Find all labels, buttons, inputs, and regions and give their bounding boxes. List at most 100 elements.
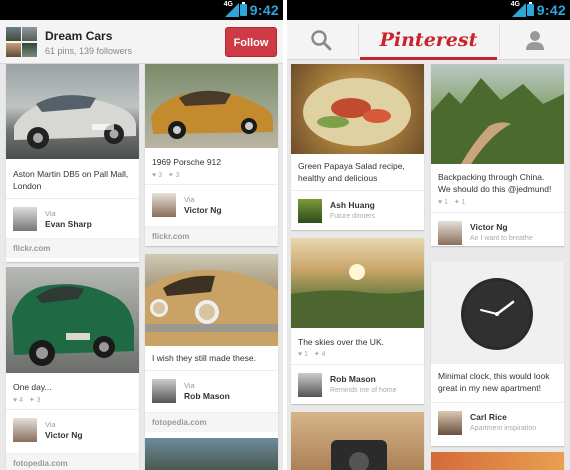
pin-source[interactable]: fotopedia.com	[145, 412, 278, 432]
pin-card[interactable]: Aston Martin DB5 on Pall Mall, London Vi…	[6, 64, 139, 262]
pin-card[interactable]: I wish they still made these. Via Rob Ma…	[145, 254, 278, 444]
avatar	[298, 373, 322, 397]
pin-stats: ♥ 1 ✦ 4	[298, 351, 326, 358]
pin-credit[interactable]: Ash Huang Future dinners	[291, 190, 424, 230]
pinterest-logo[interactable]: Pinterest	[360, 25, 497, 60]
avatar	[438, 411, 462, 435]
pin-image[interactable]	[431, 262, 564, 364]
pin-stats: ♥ 4 ✦ 3	[13, 397, 41, 404]
pin-image[interactable]	[145, 64, 278, 148]
pin-credit[interactable]: Via Victor Ng	[6, 409, 139, 449]
pin-source[interactable]: flickr.com	[145, 226, 278, 246]
search-tab[interactable]	[287, 20, 357, 60]
avatar	[438, 221, 462, 245]
avatar	[13, 418, 37, 442]
clock-icon	[461, 278, 533, 350]
pin-credit[interactable]: Carl Rice Apartment inspiration	[431, 402, 564, 442]
pin-image[interactable]	[145, 254, 278, 346]
signal-icon	[512, 3, 526, 17]
like-count: 4	[321, 351, 326, 358]
board-header: Dream Cars 61 pins, 139 followers Follow	[0, 20, 283, 64]
avatar	[152, 193, 176, 217]
like-count: 3	[36, 397, 41, 404]
repin-count: 1	[444, 199, 449, 206]
like-count: 3	[175, 172, 180, 179]
pin-card[interactable]: Green Papaya Salad recipe, healthy and d…	[291, 64, 424, 230]
repin-count: 4	[19, 397, 24, 404]
credit-board: Air I want to breathe	[470, 235, 533, 242]
pin-credit[interactable]: Via Rob Mason	[145, 370, 278, 410]
pin-image[interactable]	[431, 452, 564, 470]
pin-description: 1969 Porsche 912	[152, 157, 221, 167]
pin-source[interactable]: flickr.com	[6, 238, 139, 258]
credit-board: Reminds me of home	[330, 387, 397, 394]
credit-name: Evan Sharp	[45, 219, 92, 229]
credit-name: Rob Mason	[184, 391, 230, 401]
pin-stats: ♥ 3 ✦ 3	[152, 172, 180, 179]
pin-description: Minimal clock, this would look great in …	[438, 371, 550, 393]
board-cover-thumbnails[interactable]	[6, 27, 38, 58]
credit-name: Ash Huang	[330, 200, 375, 210]
credit-name: Victor Ng	[470, 222, 508, 232]
pin-card[interactable]	[145, 438, 278, 470]
pin-image[interactable]	[431, 64, 564, 164]
avatar	[152, 379, 176, 403]
credit-name: Rob Mason	[330, 374, 376, 384]
pin-card[interactable]: Backpacking through China. We should do …	[431, 64, 564, 246]
pin-image[interactable]	[6, 64, 139, 159]
pin-credit[interactable]: Rob Mason Reminds me of home	[291, 364, 424, 404]
pin-description: Green Papaya Salad recipe, healthy and d…	[298, 161, 405, 183]
pin-card[interactable]: One day... ♥ 4 ✦ 3 Via Victor Ng fotoped…	[6, 267, 139, 470]
board-meta: 61 pins, 139 followers	[45, 46, 133, 56]
pin-image[interactable]	[145, 438, 278, 470]
active-tab-indicator	[360, 57, 497, 60]
credit-via-label: Via	[184, 195, 195, 204]
status-time: 9:42	[249, 2, 279, 18]
status-time: 9:42	[536, 2, 566, 18]
feed-screen: 4G 9:42 Pinterest Green Papaya Salad rec…	[287, 0, 570, 470]
logo-text: Pinterest	[379, 29, 478, 51]
pin-credit[interactable]: Via Evan Sharp	[6, 198, 139, 238]
profile-tab[interactable]	[500, 20, 570, 60]
pin-description: I wish they still made these.	[152, 353, 256, 363]
battery-icon	[240, 2, 247, 16]
search-icon	[311, 30, 332, 51]
status-bar: 4G 9:42	[0, 0, 283, 20]
credit-via-label: Via	[184, 381, 195, 390]
credit-via-label: Via	[45, 420, 56, 429]
pin-description: One day...	[13, 382, 52, 392]
pin-description: Backpacking through China. We should do …	[438, 172, 552, 194]
pin-image[interactable]	[291, 238, 424, 328]
credit-name: Victor Ng	[45, 430, 83, 440]
pin-credit[interactable]: Victor Ng Air I want to breathe	[431, 212, 564, 246]
like-count: 1	[461, 199, 466, 206]
board-title: Dream Cars	[45, 29, 113, 43]
repin-count: 1	[304, 351, 309, 358]
pin-card[interactable]: The skies over the UK. ♥ 1 ✦ 4 Rob Mason…	[291, 238, 424, 404]
credit-name: Victor Ng	[184, 205, 222, 215]
pin-card[interactable]	[291, 412, 424, 470]
pin-card[interactable]	[431, 452, 564, 470]
pin-image[interactable]	[291, 64, 424, 154]
divider	[358, 24, 359, 56]
pin-description: Aston Martin DB5 on Pall Mall, London	[13, 169, 129, 191]
pin-card[interactable]: Minimal clock, this would look great in …	[431, 262, 564, 446]
pin-credit[interactable]: Via Victor Ng	[145, 184, 278, 224]
pin-description: The skies over the UK.	[298, 337, 384, 347]
follow-button[interactable]: Follow	[225, 27, 277, 57]
pin-image[interactable]	[6, 267, 139, 373]
credit-board: Future dinners	[330, 213, 376, 220]
app-bar: Pinterest	[287, 20, 570, 60]
pin-card[interactable]: 1969 Porsche 912 ♥ 3 ✦ 3 Via Victor Ng f…	[145, 64, 278, 246]
pin-source[interactable]: fotopedia.com	[6, 453, 139, 470]
credit-board: Apartment inspiration	[470, 425, 537, 432]
board-screen: 4G 9:42 Dream Cars 61 pins, 139 follower…	[0, 0, 285, 470]
battery-icon	[527, 2, 534, 16]
credit-via-label: Via	[45, 209, 56, 218]
pin-stats: ♥ 1 ✦ 1	[438, 199, 466, 206]
pin-image[interactable]	[291, 412, 424, 470]
avatar	[13, 207, 37, 231]
signal-icon	[225, 3, 239, 17]
avatar	[298, 199, 322, 223]
repin-count: 3	[158, 172, 163, 179]
